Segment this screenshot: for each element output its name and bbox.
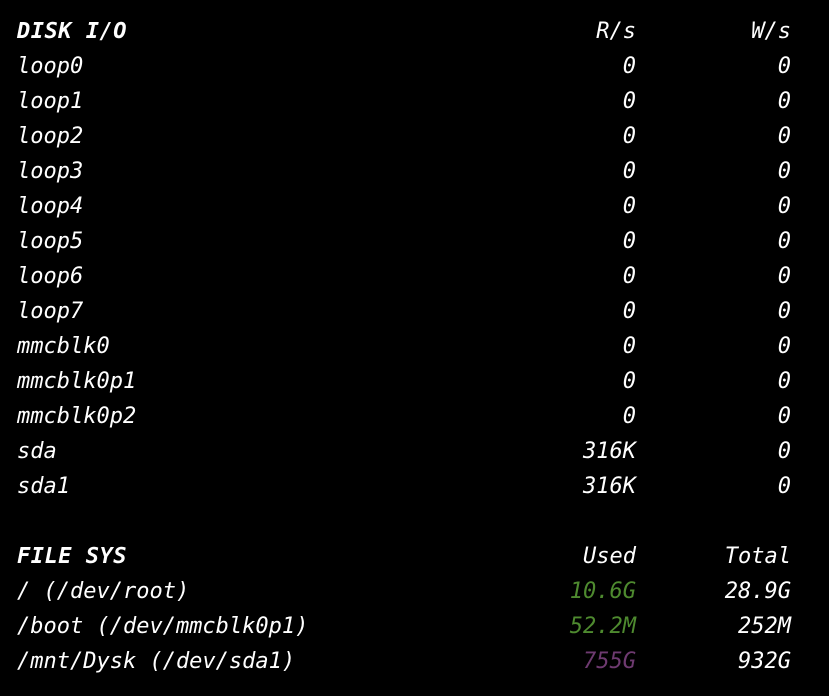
disk-read-rate: 0: [622, 299, 636, 324]
disk-write-rate: 0: [777, 89, 791, 114]
disk-write-rate: 0: [777, 404, 791, 429]
disk-read-rate: 0: [622, 404, 636, 429]
disk-write-rate: 0: [777, 264, 791, 289]
disk-row: loop6 0 0: [0, 259, 829, 294]
disk-name: sda: [17, 439, 57, 464]
disk-name: sda1: [17, 474, 70, 499]
disk-write-rate: 0: [777, 229, 791, 254]
disk-row: loop1 0 0: [0, 84, 829, 119]
disk-name: mmcblk0p1: [17, 369, 137, 394]
disk-write-rate: 0: [777, 369, 791, 394]
disk-write-rate: 0: [777, 299, 791, 324]
read-rate-column-header: R/s: [596, 19, 636, 44]
disk-row: loop0 0 0: [0, 49, 829, 84]
disk-io-panel: DISK I/O R/s W/s loop0 0 0 loop1 0 0 loo…: [0, 14, 829, 504]
terminal-screen: DISK I/O R/s W/s loop0 0 0 loop1 0 0 loo…: [0, 0, 829, 696]
used-column-header: Used: [583, 544, 636, 569]
disk-row: loop4 0 0: [0, 189, 829, 224]
file-sys-panel: FILE SYS Used Total / (/dev/root) 10.6G …: [0, 539, 829, 679]
disk-read-rate: 0: [622, 159, 636, 184]
disk-read-rate: 0: [622, 54, 636, 79]
file-sys-title: FILE SYS: [17, 544, 127, 569]
disk-write-rate: 0: [777, 54, 791, 79]
disk-read-rate: 0: [622, 264, 636, 289]
disk-row: loop7 0 0: [0, 294, 829, 329]
disk-read-rate: 0: [622, 229, 636, 254]
write-rate-column-header: W/s: [751, 19, 791, 44]
disk-read-rate: 0: [622, 334, 636, 359]
mount-point: /mnt/Dysk (/dev/sda1): [17, 649, 296, 674]
mount-point: / (/dev/root): [17, 579, 190, 604]
disk-io-header: DISK I/O R/s W/s: [0, 14, 829, 49]
disk-row: sda 316K 0: [0, 434, 829, 469]
disk-row: sda1 316K 0: [0, 469, 829, 504]
disk-name: loop2: [17, 124, 84, 149]
disk-name: mmcblk0p2: [17, 404, 137, 429]
file-sys-header: FILE SYS Used Total: [0, 539, 829, 574]
disk-row: mmcblk0 0 0: [0, 329, 829, 364]
used-space: 52.2M: [569, 614, 636, 639]
total-space: 252M: [738, 614, 791, 639]
disk-write-rate: 0: [777, 439, 791, 464]
disk-read-rate: 316K: [583, 474, 636, 499]
disk-write-rate: 0: [777, 334, 791, 359]
disk-row: loop2 0 0: [0, 119, 829, 154]
disk-read-rate: 0: [622, 89, 636, 114]
disk-write-rate: 0: [777, 159, 791, 184]
disk-read-rate: 0: [622, 369, 636, 394]
disk-read-rate: 0: [622, 194, 636, 219]
disk-write-rate: 0: [777, 124, 791, 149]
disk-read-rate: 316K: [583, 439, 636, 464]
disk-row: loop3 0 0: [0, 154, 829, 189]
disk-name: loop0: [17, 54, 84, 79]
disk-write-rate: 0: [777, 194, 791, 219]
disk-row: loop5 0 0: [0, 224, 829, 259]
used-space: 755G: [583, 649, 636, 674]
total-space: 932G: [738, 649, 791, 674]
filesystem-row: /mnt/Dysk (/dev/sda1) 755G 932G: [0, 644, 829, 679]
disk-row: mmcblk0p2 0 0: [0, 399, 829, 434]
disk-io-title: DISK I/O: [17, 19, 127, 44]
total-space: 28.9G: [724, 579, 791, 604]
disk-name: loop7: [17, 299, 84, 324]
disk-name: mmcblk0: [17, 334, 110, 359]
disk-name: loop6: [17, 264, 84, 289]
disk-name: loop3: [17, 159, 84, 184]
mount-point: /boot (/dev/mmcblk0p1): [17, 614, 309, 639]
disk-name: loop1: [17, 89, 84, 114]
used-space: 10.6G: [569, 579, 636, 604]
total-column-header: Total: [724, 544, 791, 569]
disk-row: mmcblk0p1 0 0: [0, 364, 829, 399]
disk-write-rate: 0: [777, 474, 791, 499]
disk-name: loop4: [17, 194, 84, 219]
disk-read-rate: 0: [622, 124, 636, 149]
disk-name: loop5: [17, 229, 84, 254]
filesystem-row: / (/dev/root) 10.6G 28.9G: [0, 574, 829, 609]
filesystem-row: /boot (/dev/mmcblk0p1) 52.2M 252M: [0, 609, 829, 644]
